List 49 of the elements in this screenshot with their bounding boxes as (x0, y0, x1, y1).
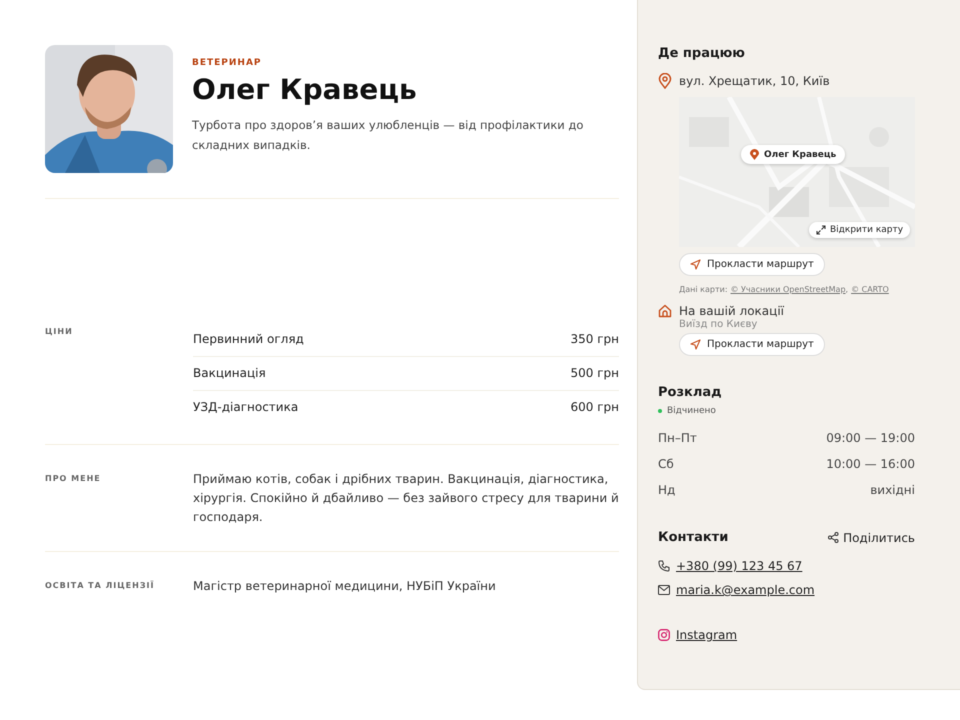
section-label: ПРО МЕНЕ (45, 473, 102, 485)
location-title: На вашій локації (679, 304, 784, 318)
schedule-hours: вихідні (870, 483, 915, 497)
location-pin-icon (750, 149, 759, 160)
expand-icon (816, 225, 826, 235)
section-label: ЦІНИ (45, 326, 74, 338)
section-label: ОСВІТА ТА ЛІЦЕНЗІЇ (45, 580, 156, 592)
open-map-button[interactable]: Відкрити карту (809, 222, 910, 238)
schedule-day: Сб (658, 457, 674, 471)
instagram-icon (658, 629, 670, 641)
navigation-arrow-icon (690, 339, 701, 350)
section-title: Де працюю (658, 46, 746, 61)
service-name: Первинний огляд (193, 332, 304, 346)
role-label: ВЕТЕРИНАР (192, 58, 263, 68)
house-icon (658, 304, 672, 318)
contact-link[interactable]: Instagram (676, 628, 738, 642)
attribution-link[interactable]: © CARTO (851, 285, 889, 294)
service-price: 600 грн (570, 400, 619, 414)
attribution-text: Дані карти: (679, 285, 728, 294)
share-icon (828, 532, 840, 543)
envelope-icon (658, 585, 670, 595)
schedule-hours: 09:00 — 19:00 (826, 431, 915, 445)
tagline: Турбота про здоров’я ваших улюбленців — від профілактики до складних випадків. (192, 117, 584, 154)
service-name: УЗД-діагностика (193, 400, 298, 414)
contact-link[interactable]: +380 (99) 123 45 67 (676, 559, 802, 573)
map-pin-label[interactable]: Олег Кравець (741, 145, 846, 164)
route-button[interactable]: Прокласти маршрут (679, 333, 825, 356)
service-price: 500 грн (570, 366, 619, 380)
service-name: Вакцинація (193, 366, 266, 380)
schedule-day: Пн–Пт (658, 431, 697, 445)
status-text: Відчинено (667, 406, 716, 416)
contact-link[interactable]: maria.k@example.com (676, 583, 815, 597)
schedule-day: Нд (658, 483, 676, 497)
profile-name: Олег Кравець (192, 74, 418, 106)
location-pin-icon (658, 73, 672, 89)
section-title: Контакти (658, 530, 728, 545)
share-link[interactable]: Поділитись (828, 530, 915, 544)
navigation-arrow-icon (690, 259, 701, 270)
attribution-link[interactable]: © Учасники OpenStreetMap (730, 285, 846, 294)
schedule-hours: 10:00 — 16:00 (826, 457, 915, 471)
address-text: вул. Хрещатик, 10, Київ (679, 74, 830, 88)
route-button[interactable]: Прокласти маршрут (679, 253, 825, 276)
section-text: Приймаю котів, собак і дрібних тварин. Вакцинація, діагностика, хірургія. Спокійно й дбайливо — без зайвого стресу для тварини й господаря. (193, 471, 619, 526)
location-subtitle: Виїзд по Києву (679, 319, 758, 330)
section-text: Магістр ветеринарної медицини, НУБіП України (193, 578, 497, 595)
service-price: 350 грн (570, 332, 619, 346)
section-title: Розклад (658, 385, 723, 400)
phone-icon (658, 560, 670, 572)
separator: , (846, 285, 848, 294)
